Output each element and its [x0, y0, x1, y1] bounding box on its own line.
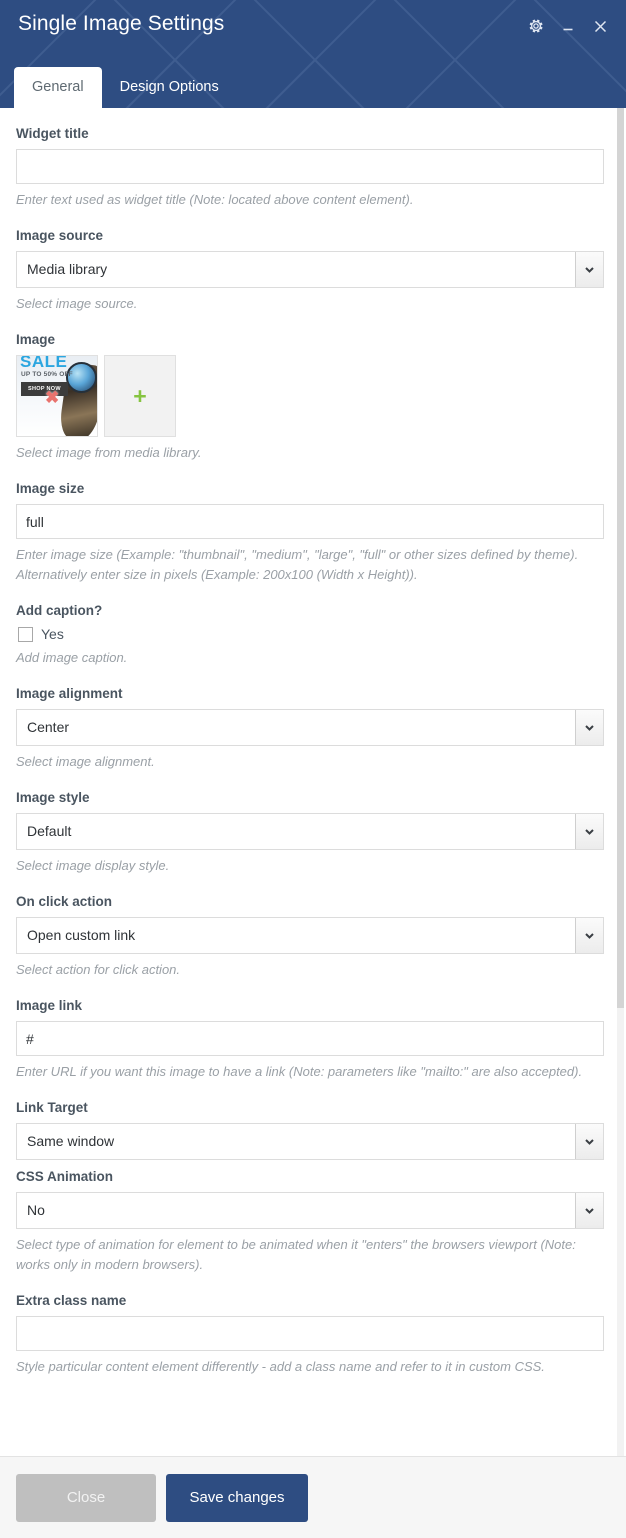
on-click-action-value: Open custom link: [27, 927, 136, 943]
image-size-description: Enter image size (Example: "thumbnail", …: [16, 547, 579, 582]
extra-class-name-input[interactable]: [16, 1316, 604, 1351]
image-label: Image: [16, 332, 56, 347]
css-animation-value: No: [27, 1202, 45, 1218]
chevron-down-icon: [575, 252, 603, 287]
field-on-click-action: On click action Open custom link Select …: [16, 893, 604, 980]
remove-x-icon[interactable]: ✖: [45, 389, 59, 406]
image-alignment-select[interactable]: Center: [16, 709, 604, 746]
on-click-action-description: Select action for click action.: [16, 962, 181, 977]
thumbnail-subtitle-text: UP TO 50% OFF: [21, 371, 73, 378]
field-css-animation: CSS Animation No Select type of animatio…: [16, 1168, 604, 1275]
close-button[interactable]: Close: [16, 1473, 156, 1522]
add-caption-checkbox-row[interactable]: Yes: [18, 626, 604, 642]
link-target-select[interactable]: Same window: [16, 1123, 604, 1160]
image-source-label: Image source: [16, 228, 104, 243]
gear-icon[interactable]: [520, 13, 552, 39]
image-style-select[interactable]: Default: [16, 813, 604, 850]
on-click-action-select[interactable]: Open custom link: [16, 917, 604, 954]
body-scrollbar[interactable]: [617, 108, 624, 1456]
single-image-settings-dialog: Single Image Settings General Design Opt…: [0, 0, 626, 1538]
field-image: Image SALE UP TO 50% OFF SHOP NOW ✖ + Se…: [16, 331, 604, 463]
field-link-target: Link Target Same window: [16, 1099, 604, 1168]
dialog-footer: Close Save changes: [0, 1456, 626, 1538]
image-source-description: Select image source.: [16, 296, 138, 311]
image-link-description: Enter URL if you want this image to have…: [16, 1064, 583, 1079]
field-image-source: Image source Media library Select image …: [16, 227, 604, 314]
field-add-caption: Add caption? Yes Add image caption.: [16, 602, 604, 668]
image-description: Select image from media library.: [16, 445, 202, 460]
field-extra-class-name: Extra class name Style particular conten…: [16, 1292, 604, 1377]
image-style-value: Default: [27, 823, 72, 839]
image-alignment-label: Image alignment: [16, 686, 123, 701]
thumbnail-sale-text: SALE: [20, 356, 68, 371]
field-image-link: Image link Enter URL if you want this im…: [16, 997, 604, 1082]
chevron-down-icon: [575, 1193, 603, 1228]
minimize-icon[interactable]: [552, 13, 584, 39]
header-controls: [520, 13, 616, 39]
field-image-style: Image style Default Select image display…: [16, 789, 604, 876]
plus-icon: +: [133, 382, 147, 409]
tab-general[interactable]: General: [14, 67, 102, 108]
widget-title-description: Enter text used as widget title (Note: l…: [16, 192, 414, 207]
css-animation-description: Select type of animation for element to …: [16, 1237, 576, 1272]
image-style-label: Image style: [16, 790, 90, 805]
widget-title-label: Widget title: [16, 126, 89, 141]
body-scrollbar-thumb[interactable]: [617, 108, 624, 1008]
add-caption-checkbox-label: Yes: [41, 626, 64, 642]
chevron-down-icon: [575, 1124, 603, 1159]
save-changes-button[interactable]: Save changes: [166, 1473, 308, 1522]
image-alignment-value: Center: [27, 719, 70, 735]
image-link-label: Image link: [16, 998, 83, 1013]
tab-design-options[interactable]: Design Options: [102, 67, 237, 108]
chevron-down-icon: [575, 814, 603, 849]
image-size-label: Image size: [16, 481, 85, 496]
extra-class-name-label: Extra class name: [16, 1293, 127, 1308]
add-image-button[interactable]: +: [104, 355, 176, 437]
close-icon[interactable]: [584, 13, 616, 39]
add-caption-checkbox[interactable]: [18, 626, 33, 642]
image-size-input[interactable]: [16, 504, 604, 539]
image-thumbnail[interactable]: SALE UP TO 50% OFF SHOP NOW ✖: [16, 355, 98, 437]
field-image-size: Image size Enter image size (Example: "t…: [16, 480, 604, 585]
link-target-label: Link Target: [16, 1100, 88, 1115]
image-link-input[interactable]: [16, 1021, 604, 1056]
image-alignment-description: Select image alignment.: [16, 754, 155, 769]
image-picker: SALE UP TO 50% OFF SHOP NOW ✖ +: [16, 355, 604, 437]
chevron-down-icon: [575, 918, 603, 953]
dialog-body: Widget title Enter text used as widget t…: [0, 108, 626, 1456]
add-caption-label: Add caption?: [16, 603, 103, 618]
css-animation-select[interactable]: No: [16, 1192, 604, 1229]
dialog-tabs: General Design Options: [14, 67, 237, 108]
image-source-value: Media library: [27, 261, 108, 277]
extra-class-name-description: Style particular content element differe…: [16, 1359, 545, 1374]
chevron-down-icon: [575, 710, 603, 745]
css-animation-label: CSS Animation: [16, 1169, 114, 1184]
widget-title-input[interactable]: [16, 149, 604, 184]
on-click-action-label: On click action: [16, 894, 113, 909]
link-target-value: Same window: [27, 1133, 115, 1149]
dialog-title: Single Image Settings: [18, 12, 225, 35]
field-image-alignment: Image alignment Center Select image alig…: [16, 685, 604, 772]
add-caption-description: Add image caption.: [16, 650, 128, 665]
image-style-description: Select image display style.: [16, 858, 170, 873]
dialog-header: Single Image Settings General Design Opt…: [0, 0, 626, 108]
field-widget-title: Widget title Enter text used as widget t…: [16, 125, 604, 210]
image-source-select[interactable]: Media library: [16, 251, 604, 288]
